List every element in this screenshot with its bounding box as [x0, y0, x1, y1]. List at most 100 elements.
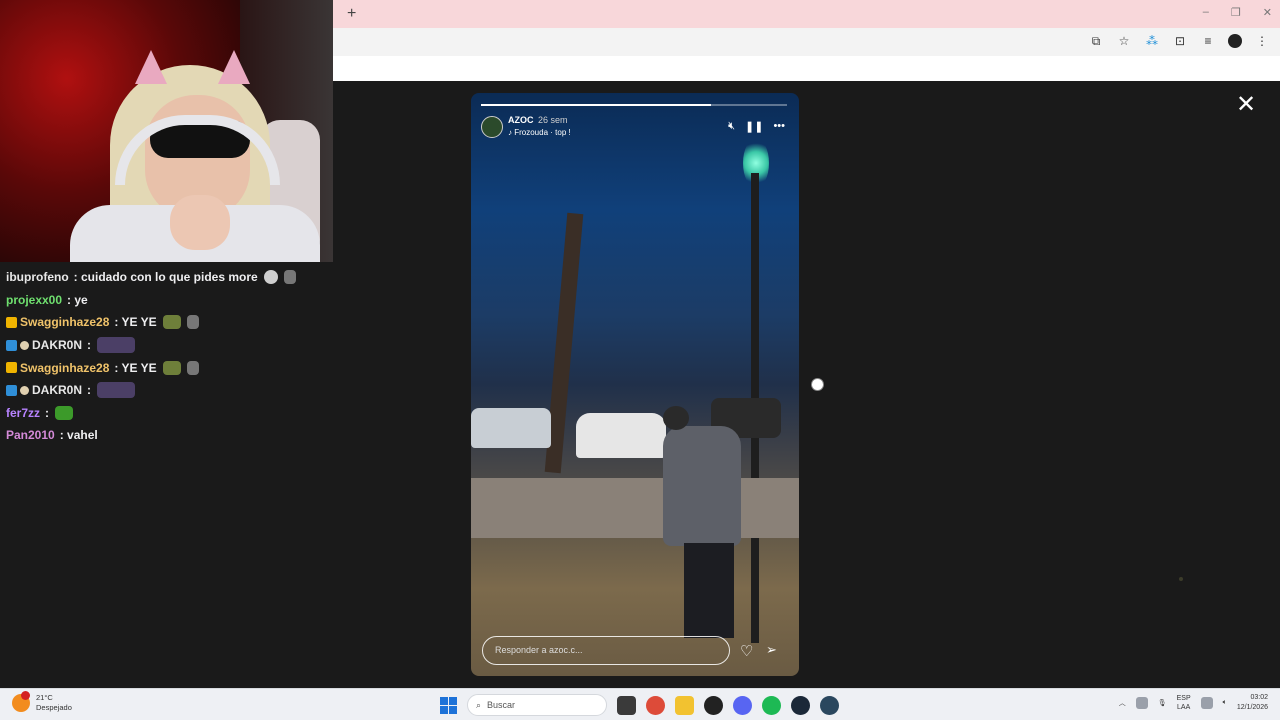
onedrive-icon[interactable]	[1135, 697, 1148, 709]
chat-username[interactable]: DAKR0N	[32, 338, 82, 352]
story-time-ago: 26 sem	[538, 115, 568, 125]
steam-icon-2[interactable]	[820, 695, 839, 715]
story-image-person-legs	[684, 543, 734, 638]
restore-button[interactable]: ❐	[1231, 6, 1241, 19]
volume-icon[interactable]: 🔈︎	[1223, 699, 1227, 707]
chat-message: DAKR0N:	[6, 379, 327, 402]
like-heart-icon[interactable]: ♡	[740, 642, 753, 660]
lang-code: ESP	[1176, 695, 1191, 702]
clock[interactable]: 03:02 12/1/2026	[1237, 693, 1268, 713]
chat-badge-icon	[20, 340, 29, 350]
chat-badge-gold-icon	[6, 316, 17, 328]
story-username[interactable]: AZOC	[508, 115, 534, 125]
extension-puzzle-icon[interactable]: ⊡	[1172, 33, 1188, 49]
chat-message: fer7zz:	[6, 402, 327, 425]
chat-overlay: ibuprofeno : cuidado con lo que pides mor…	[0, 262, 333, 688]
chat-username[interactable]: ibuprofeno	[6, 270, 69, 284]
profile-avatar-icon[interactable]	[1228, 34, 1242, 48]
chat-emote-frog-icon	[162, 315, 181, 330]
clock-date: 12/1/2026	[1236, 704, 1268, 711]
minimize-button[interactable]: –	[1203, 6, 1209, 19]
close-window-button[interactable]: ✕	[1263, 6, 1272, 19]
chat-message: DAKR0N:	[6, 334, 327, 357]
network-icon[interactable]	[1200, 697, 1213, 709]
weather-widget[interactable]: 21°C Despejado	[12, 691, 72, 713]
chat-text: : YE YE	[114, 360, 157, 375]
search-placeholder: Buscar	[487, 700, 516, 710]
toolbar-icons: ⧉ ☆ ⁂ ⊡ ≡ ⋮	[1088, 33, 1270, 49]
install-app-icon[interactable]: ⧉	[1088, 33, 1104, 49]
chat-text: : cuidado con lo que pides more	[73, 270, 258, 285]
story-image-person	[663, 426, 741, 546]
chat-username[interactable]: fer7zz	[6, 406, 40, 420]
chat-emote-small-icon	[283, 270, 296, 285]
chat-username[interactable]: Pan2010	[6, 428, 55, 442]
chat-emote-frog-icon	[162, 360, 181, 375]
story-image-sidewalk	[471, 478, 799, 538]
chat-username[interactable]: Swagginhaze28	[20, 361, 109, 375]
chat-message: ibuprofeno : cuidado con lo que pides mor…	[6, 266, 327, 289]
pause-icon[interactable]: ❚❚	[745, 120, 763, 133]
cat-ear-left	[135, 50, 167, 84]
chat-username[interactable]: Swagginhaze28	[20, 315, 109, 329]
weather-temp: 21°C	[36, 693, 53, 702]
story-card[interactable]: AZOC 26 sem ♪ Frozouda · top ! 🔇︎ ❚❚ •••…	[471, 93, 799, 676]
weather-desc: Despejado	[36, 703, 72, 712]
chat-message: Swagginhaze28 : YE YE	[6, 311, 327, 334]
discord-icon[interactable]	[733, 695, 752, 715]
cat-ear-right	[218, 50, 250, 84]
chat-username[interactable]: projexx00	[6, 293, 62, 307]
taskbar: 21°C Despejado ⌕ Buscar ︿ 🎙︎ ESP LAA 🔈︎ …	[0, 688, 1280, 720]
new-tab-button[interactable]: +	[347, 5, 356, 23]
chat-badge-blue-icon	[6, 384, 17, 396]
bookmark-star-icon[interactable]: ☆	[1116, 33, 1132, 49]
browser-tabstrip: + – ❐ ✕	[333, 0, 1280, 28]
clock-time: 03:02	[1250, 694, 1268, 701]
story-image-car	[576, 413, 666, 458]
mute-icon[interactable]: 🔇︎	[728, 120, 735, 133]
folder-icon[interactable]	[675, 695, 694, 715]
story-reply-input[interactable]: Responder a azoc.c...	[482, 636, 730, 665]
weather-sun-icon	[12, 691, 30, 712]
browser-toolbar: ⧉ ☆ ⁂ ⊡ ≡ ⋮	[333, 28, 1280, 56]
chat-text: : YE YE	[114, 315, 157, 330]
more-options-icon[interactable]: •••	[773, 120, 785, 133]
chat-emote-small-icon	[186, 360, 199, 375]
system-tray: ︿ 🎙︎ ESP LAA 🔈︎ 03:02 12/1/2026	[1119, 693, 1268, 713]
file-explorer-icon[interactable]	[617, 695, 636, 715]
media-control-icon[interactable]: ≡	[1200, 33, 1216, 49]
extension-icon[interactable]: ⁂	[1144, 33, 1160, 49]
chat-text: :	[87, 383, 92, 398]
more-menu-icon[interactable]: ⋮	[1254, 33, 1270, 49]
story-music-label[interactable]: ♪ Frozouda · top !	[508, 128, 571, 137]
spotify-icon[interactable]	[762, 695, 781, 715]
story-avatar[interactable]	[481, 116, 503, 138]
close-story-button[interactable]: ✕	[1235, 93, 1257, 117]
chrome-icon[interactable]	[646, 695, 665, 715]
story-progress-bar	[481, 104, 787, 106]
chat-message: Pan2010: vahel	[6, 424, 327, 447]
language-indicator[interactable]: ESP LAA	[1177, 694, 1191, 712]
lang-layout: LAA	[1177, 704, 1191, 711]
bookmark-bar	[333, 56, 1280, 81]
steam-icon[interactable]	[791, 695, 810, 715]
weather-text: 21°C Despejado	[36, 693, 72, 713]
story-controls: 🔇︎ ❚❚ •••	[728, 120, 785, 133]
chat-text: : ye	[67, 292, 88, 307]
chat-message: Swagginhaze28 : YE YE	[6, 356, 327, 379]
chat-badge-icon	[20, 385, 29, 395]
chat-emote-green-icon	[55, 405, 74, 420]
start-windows-icon[interactable]	[440, 696, 457, 714]
chevron-up-icon[interactable]: ︿	[1119, 698, 1126, 708]
story-image-person-head	[663, 406, 689, 430]
taskbar-search[interactable]: ⌕ Buscar	[467, 694, 607, 716]
chat-emote-wide-icon	[97, 337, 136, 354]
story-image-car	[471, 408, 551, 448]
webcam-hand	[170, 195, 230, 250]
microphone-icon[interactable]: 🎙︎	[1158, 699, 1167, 707]
chat-text: :	[45, 405, 50, 420]
obs-icon[interactable]	[704, 695, 723, 715]
send-icon[interactable]: ➢	[766, 642, 777, 658]
story-progress-fill	[481, 104, 711, 106]
chat-username[interactable]: DAKR0N	[32, 383, 82, 397]
